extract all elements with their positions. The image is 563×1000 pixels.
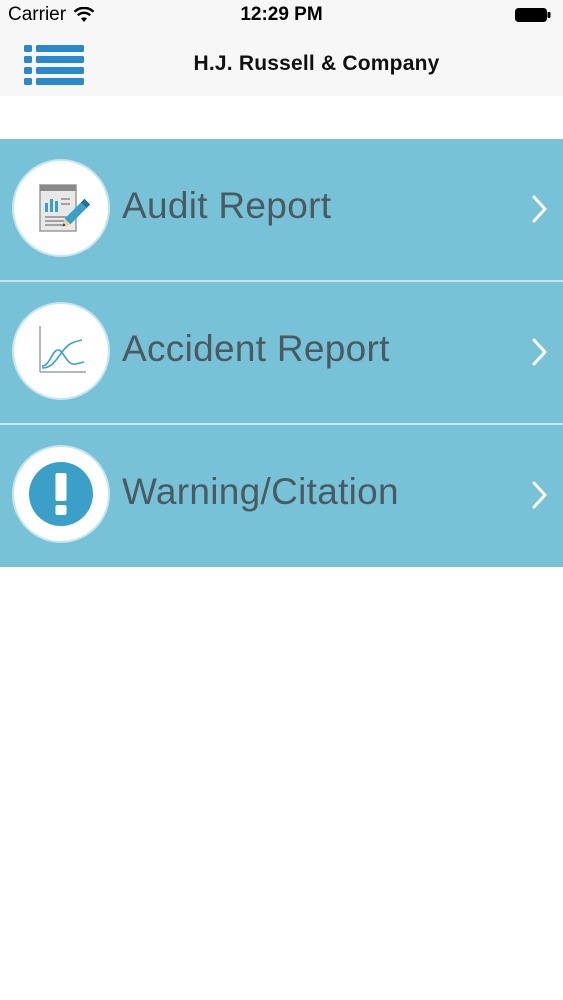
menu-item-warning-citation[interactable]: Warning/Citation	[0, 425, 563, 567]
menu-item-label: Audit Report	[122, 185, 332, 226]
page-title: H.J. Russell & Company	[193, 52, 440, 75]
menu-button[interactable]	[24, 44, 86, 86]
report-document-icon	[39, 184, 90, 232]
menu-item-label: Accident Report	[122, 328, 390, 369]
status-time: 12:29 PM	[240, 4, 323, 25]
battery-icon	[515, 8, 551, 22]
warning-citation-icon-badge	[14, 447, 108, 541]
audit-report-icon-badge	[14, 161, 108, 255]
menu-item-label: Warning/Citation	[122, 471, 399, 512]
exclamation-icon	[29, 462, 93, 526]
app-screen: Carrier 12:29 PM H.J. Russell & Company …	[0, 0, 563, 1000]
chevron-right-icon	[532, 195, 547, 223]
navigation-bar: H.J. Russell & Company	[0, 30, 563, 96]
status-bar: Carrier 12:29 PM	[0, 0, 563, 30]
hamburger-list-icon	[24, 45, 84, 85]
chevron-right-icon	[532, 338, 547, 366]
report-menu-list: Audit Report Accident Report Warning/Cit…	[0, 139, 563, 567]
accident-report-icon-badge	[14, 304, 108, 398]
line-chart-icon	[39, 326, 86, 373]
menu-item-accident-report[interactable]: Accident Report	[0, 282, 563, 425]
menu-item-audit-report[interactable]: Audit Report	[0, 139, 563, 282]
chevron-right-icon	[532, 481, 547, 509]
